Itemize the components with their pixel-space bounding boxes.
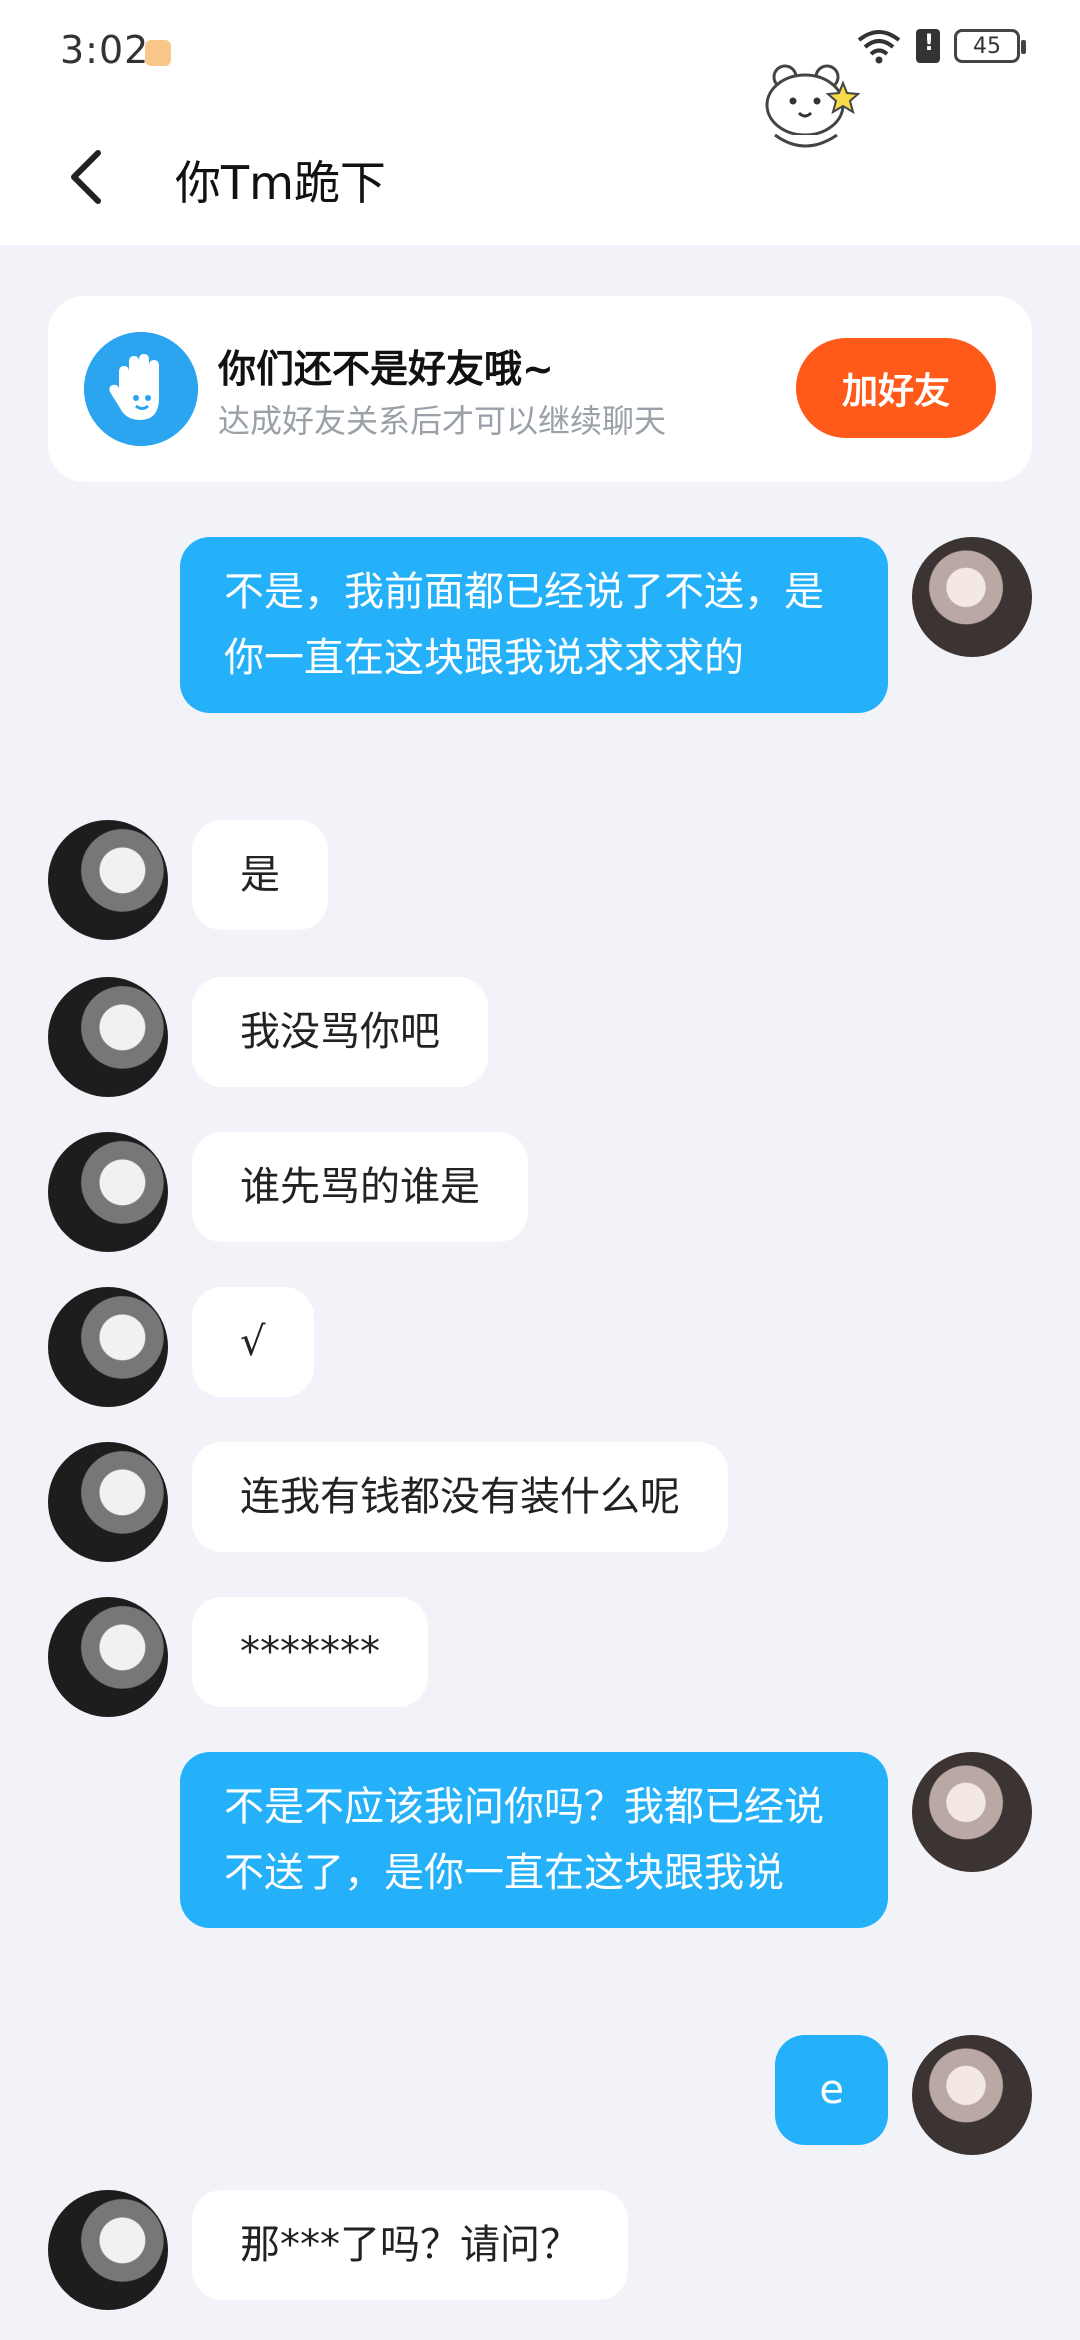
sim-icon: [916, 29, 940, 63]
contact-avatar[interactable]: [48, 977, 168, 1097]
wave-hand-icon: [84, 332, 198, 446]
message-bubble-outgoing[interactable]: 不是不应该我问你吗？我都已经说不送了，是你一直在这块跟我说: [180, 1752, 888, 1928]
chat-header: 你Tm跪下: [0, 64, 1080, 245]
contact-avatar[interactable]: [48, 2190, 168, 2310]
chat-title[interactable]: 你Tm跪下: [175, 147, 386, 213]
message-bubble-outgoing[interactable]: e: [775, 2035, 888, 2145]
notification-icon: [145, 40, 171, 66]
message-bubble-incoming[interactable]: 那***了吗？请问？: [192, 2190, 628, 2300]
contact-avatar[interactable]: [48, 1287, 168, 1407]
status-time: 3:02: [60, 28, 150, 72]
contact-avatar[interactable]: [48, 820, 168, 940]
my-avatar[interactable]: [912, 1752, 1032, 1872]
my-avatar[interactable]: [912, 537, 1032, 657]
message-bubble-incoming[interactable]: 谁先骂的谁是: [192, 1132, 528, 1242]
bear-sticker-icon: [765, 64, 860, 148]
message-bubble-incoming[interactable]: *******: [192, 1597, 428, 1707]
contact-avatar[interactable]: [48, 1597, 168, 1717]
add-friend-button[interactable]: 加好友: [796, 338, 996, 438]
card-subtitle: 达成好友关系后才可以继续聊天: [218, 402, 667, 440]
message-bubble-incoming[interactable]: 连我有钱都没有装什么呢: [192, 1442, 728, 1552]
contact-avatar[interactable]: [48, 1132, 168, 1252]
status-bar: 3:02 45: [0, 0, 1080, 105]
not-friend-card: 你们还不是好友哦~ 达成好友关系后才可以继续聊天 加好友: [48, 296, 1032, 482]
battery-icon: 45: [954, 29, 1026, 63]
message-bubble-incoming[interactable]: √: [192, 1287, 314, 1397]
message-bubble-incoming[interactable]: 我没骂你吧: [192, 977, 488, 1087]
card-title: 你们还不是好友哦~: [218, 347, 554, 391]
my-avatar[interactable]: [912, 2035, 1032, 2155]
status-icons: 45: [856, 28, 1026, 64]
wifi-icon: [857, 30, 901, 64]
contact-avatar[interactable]: [48, 1442, 168, 1562]
back-arrow-icon[interactable]: [60, 145, 116, 209]
message-bubble-outgoing[interactable]: 不是，我前面都已经说了不送，是你一直在这块跟我说求求求的: [180, 537, 888, 713]
message-bubble-incoming[interactable]: 是: [192, 820, 328, 930]
